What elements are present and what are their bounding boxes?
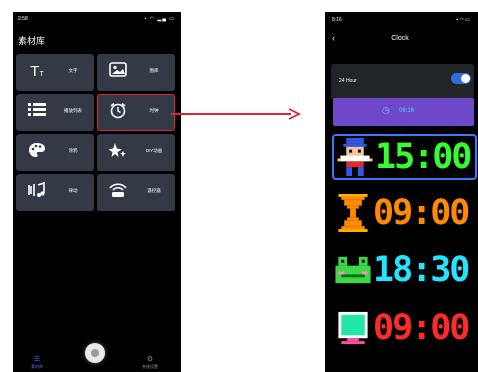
arrow-right-icon xyxy=(288,108,301,120)
tile-label: 时钟 xyxy=(149,108,159,113)
sparkle-icon xyxy=(107,142,129,162)
connector-line xyxy=(171,113,291,115)
tile-clock[interactable]: 时钟 xyxy=(97,94,175,131)
clock-face-3[interactable]: 18:30 xyxy=(332,249,477,295)
sync-time-button[interactable]: ◷ 08:16 xyxy=(333,98,474,126)
clock-icon: ◷ xyxy=(382,105,390,115)
rhythm-icon xyxy=(26,181,48,202)
gear-icon[interactable]: ⚙ xyxy=(145,355,155,363)
monitor-icon xyxy=(335,309,371,347)
tile-label: 文字 xyxy=(68,68,78,73)
hour24-label: 24 Hour xyxy=(339,78,357,84)
tile-label: 涂鸦 xyxy=(68,148,78,153)
center-action-button[interactable] xyxy=(85,343,105,363)
status-bar: 2:58 ▪ ◠ ▂▄ ▭ xyxy=(13,12,181,26)
hourglass-icon xyxy=(335,194,371,232)
sync-time-value: 08:16 xyxy=(399,108,415,114)
clock-time: 18:30 xyxy=(373,250,470,290)
nav-item-library[interactable]: 素材库 xyxy=(27,364,47,370)
status-time: 2:58 xyxy=(18,16,28,22)
page-title: Clock xyxy=(391,35,409,42)
tile-label: 图库 xyxy=(149,68,159,73)
tile-remote[interactable]: 遥控器 xyxy=(97,174,175,211)
clock-time: 09:00 xyxy=(373,308,470,348)
clock-face-2[interactable]: 09:00 xyxy=(332,192,477,238)
tile-label: 遥控器 xyxy=(147,188,161,193)
alarm-clock-icon xyxy=(107,102,129,122)
page-title: 素材库 xyxy=(18,36,46,46)
text-icon: TT xyxy=(30,63,44,80)
tile-rhythm[interactable]: 律动 xyxy=(16,174,94,211)
toggle-knob xyxy=(461,74,470,83)
clock-time: 15:00 xyxy=(375,137,472,177)
library-icon[interactable]: ☰ xyxy=(33,355,41,363)
image-icon xyxy=(107,62,129,82)
frog-icon xyxy=(335,251,371,289)
nav-item-settings[interactable]: 系统设置 xyxy=(138,364,162,370)
tile-diy-animation[interactable]: DIY动画 xyxy=(97,134,175,171)
playlist-icon xyxy=(26,102,48,122)
status-icons: ▪ ◠ ▂▄ ▭ xyxy=(144,16,175,22)
tile-label: 律动 xyxy=(68,188,78,193)
tile-text[interactable]: TT 文字 xyxy=(16,54,94,91)
hour24-toggle[interactable] xyxy=(451,73,471,84)
tile-playlist[interactable]: 播放列表 xyxy=(16,94,94,131)
hour24-setting: 24 Hour xyxy=(331,64,474,100)
tile-label: 播放列表 xyxy=(64,108,82,113)
clock-face-1[interactable]: 15:00 xyxy=(332,134,477,180)
tile-doodle[interactable]: 涂鸦 xyxy=(16,134,94,171)
power-icon xyxy=(91,349,99,357)
tile-gallery[interactable]: 图库 xyxy=(97,54,175,91)
tile-label: DIY动画 xyxy=(145,148,163,153)
remote-icon xyxy=(107,182,129,202)
material-library-screen: 2:58 ▪ ◠ ▂▄ ▭ 素材库 TT 文字 图库 播放列表 时钟 涂鸦 DI… xyxy=(13,12,181,372)
clock-screen: 8:16 ▪ ◠ ▭ ‹ Clock 24 Hour ◷ 08:16 15:00 xyxy=(325,12,478,372)
status-icons: ▪ ◠ ▭ xyxy=(456,17,470,23)
clock-face-4[interactable]: 09:00 xyxy=(332,307,477,353)
pixel-character-icon xyxy=(337,138,373,176)
palette-icon xyxy=(26,142,48,162)
status-time: 8:16 xyxy=(332,17,342,23)
clock-time: 09:00 xyxy=(373,193,470,233)
